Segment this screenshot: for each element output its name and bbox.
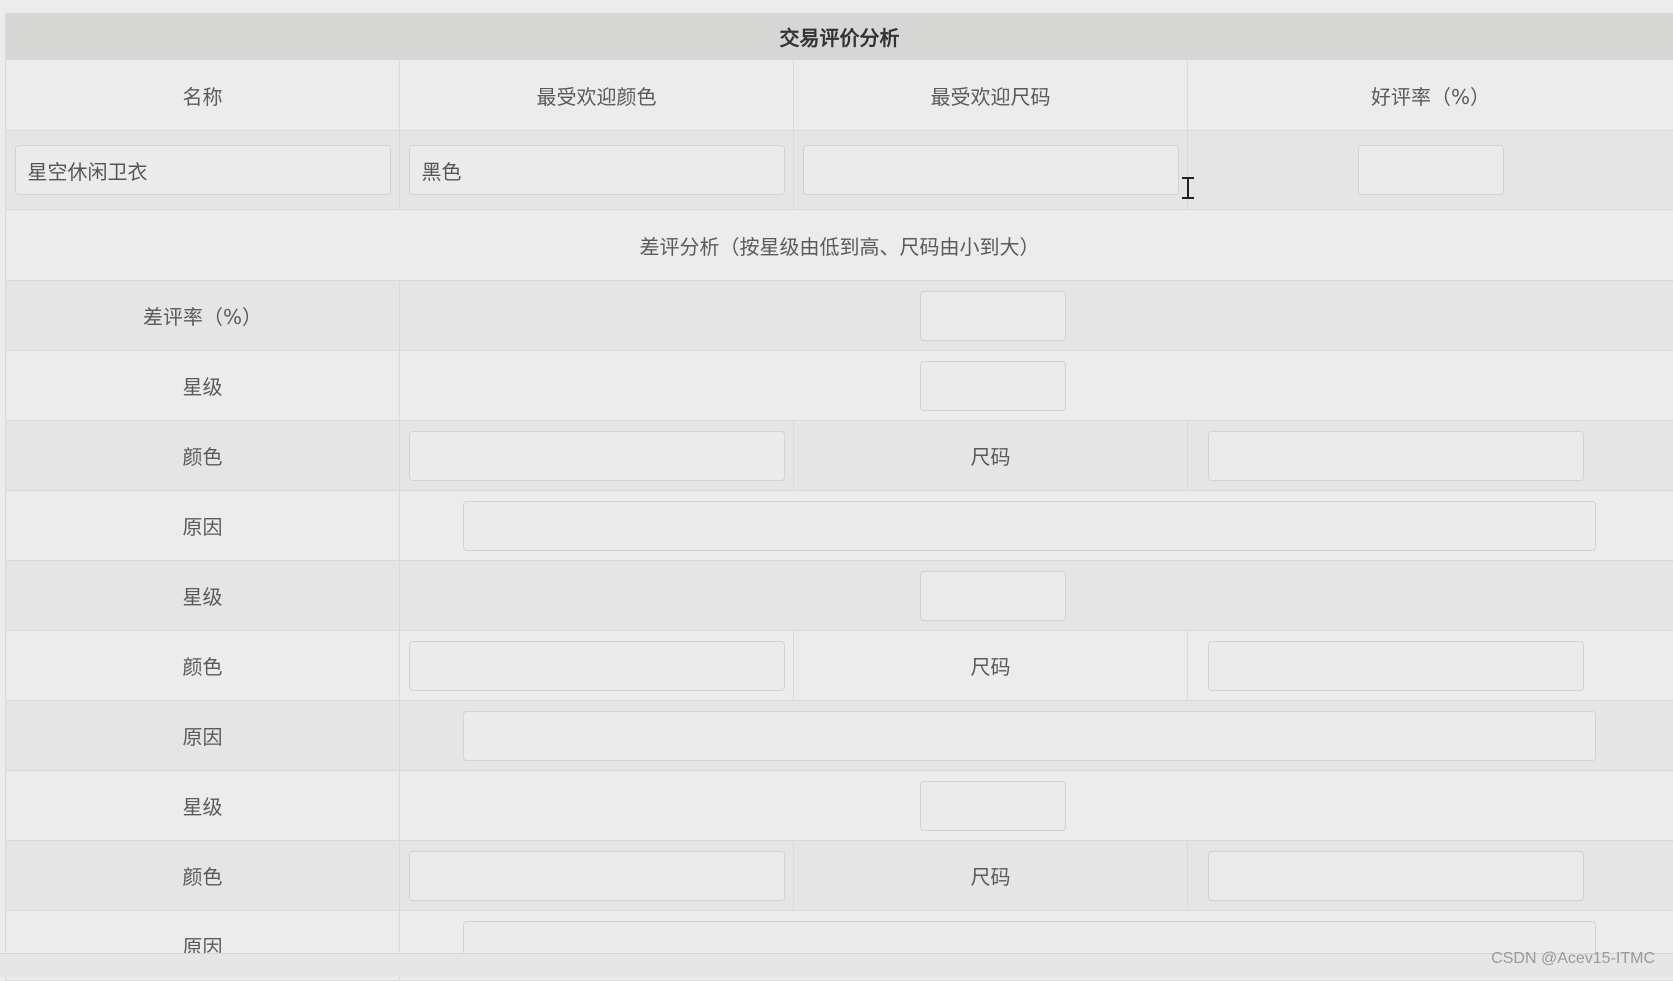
color-input-2[interactable] (409, 641, 785, 691)
watermark: CSDN @Acev15-ITMC (1491, 950, 1655, 968)
color-label: 颜色 (6, 631, 400, 701)
reason-label: 原因 (6, 491, 400, 561)
reason-row-1: 原因 (6, 491, 1673, 561)
title-row: 交易评价分析 (6, 14, 1673, 60)
bad-rate-input[interactable] (920, 291, 1066, 341)
section-row: 差评分析（按星级由低到高、尺码由小到大） (6, 210, 1673, 281)
reason-input-2[interactable] (463, 711, 1596, 761)
header-row: 名称 最受欢迎颜色 最受欢迎尺码 好评率（%） (6, 60, 1673, 131)
values-row (6, 131, 1673, 210)
table-title: 交易评价分析 (6, 14, 1673, 60)
bad-rate-row: 差评率（%） (6, 281, 1673, 351)
bottom-bar (0, 953, 1673, 977)
good-rate-input[interactable] (1358, 145, 1504, 195)
section-title: 差评分析（按星级由低到高、尺码由小到大） (6, 210, 1673, 281)
header-good-rate: 好评率（%） (1188, 60, 1673, 131)
color-size-row-1: 颜色 尺码 (6, 421, 1673, 491)
page: 交易评价分析 名称 最受欢迎颜色 最受欢迎尺码 好评率（%） 差评分析（按星级由… (0, 0, 1673, 976)
star-row-2: 星级 (6, 561, 1673, 631)
color-size-row-2: 颜色 尺码 (6, 631, 1673, 701)
star-input-2[interactable] (920, 571, 1066, 621)
size-input-2[interactable] (1208, 641, 1584, 691)
bad-rate-label: 差评率（%） (6, 281, 400, 351)
star-label: 星级 (6, 561, 400, 631)
popular-size-input[interactable] (803, 145, 1179, 195)
color-input-3[interactable] (409, 851, 785, 901)
star-input-1[interactable] (920, 361, 1066, 411)
name-input[interactable] (15, 145, 391, 195)
color-label: 颜色 (6, 421, 400, 491)
star-label: 星级 (6, 771, 400, 841)
size-label: 尺码 (794, 421, 1188, 491)
reason-row-2: 原因 (6, 701, 1673, 771)
star-label: 星级 (6, 351, 400, 421)
size-label: 尺码 (794, 841, 1188, 911)
reason-label: 原因 (6, 701, 400, 771)
header-popular-size: 最受欢迎尺码 (794, 60, 1188, 131)
star-row-1: 星级 (6, 351, 1673, 421)
color-input-1[interactable] (409, 431, 785, 481)
reason-input-1[interactable] (463, 501, 1596, 551)
header-popular-color: 最受欢迎颜色 (400, 60, 794, 131)
size-input-1[interactable] (1208, 431, 1584, 481)
size-input-3[interactable] (1208, 851, 1584, 901)
star-input-3[interactable] (920, 781, 1066, 831)
color-label: 颜色 (6, 841, 400, 911)
evaluation-form-table: 交易评价分析 名称 最受欢迎颜色 最受欢迎尺码 好评率（%） 差评分析（按星级由… (5, 13, 1673, 981)
color-size-row-3: 颜色 尺码 (6, 841, 1673, 911)
header-name: 名称 (6, 60, 400, 131)
star-row-3: 星级 (6, 771, 1673, 841)
popular-color-input[interactable] (409, 145, 785, 195)
size-label: 尺码 (794, 631, 1188, 701)
text-cursor-icon (1181, 176, 1195, 200)
